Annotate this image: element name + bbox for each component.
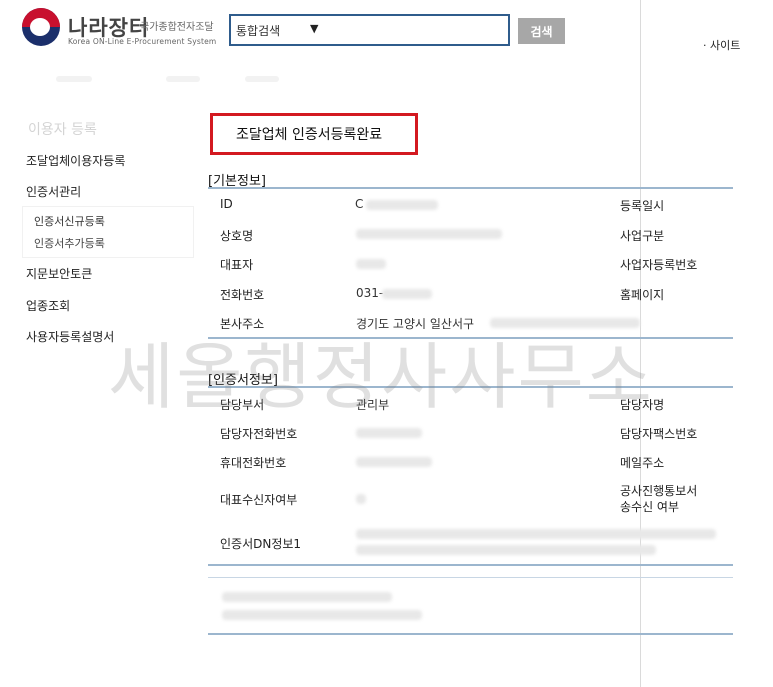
sidebar-item-user-manual[interactable]: 사용자등록설명서 [26,328,114,345]
redacted-value [356,229,502,239]
company-label: 상호명 [220,229,254,243]
page-title: 조달업체 인증서등록완료 [236,127,383,143]
manager-phone-label: 담당자전화번호 [220,427,298,441]
ceo-label: 대표자 [220,258,254,272]
redacted-notice [222,610,422,620]
redacted-value [382,289,432,299]
section-divider [208,187,733,189]
top-menu-item-faint[interactable] [56,76,92,82]
search-scope-select[interactable]: 통합검색 [236,22,280,39]
biz-type-label: 사업구분 [620,229,665,243]
chevron-down-icon[interactable]: ▼ [310,22,318,35]
homepage-label: 홈페이지 [620,288,665,302]
section-divider [208,577,733,578]
redacted-value [356,494,366,504]
manager-fax-label: 담당자팩스번호 [620,427,698,441]
biz-no-label: 사업자등록번호 [620,258,698,272]
watermark-text: 세올행정사사무소 [108,335,654,419]
public-report-label: 공사진행통보서 [620,484,698,498]
redacted-value [356,457,432,467]
phone-label: 전화번호 [220,288,265,302]
logo-subtitle: 국가종합전자조달 [140,22,214,33]
redacted-value [356,428,422,438]
top-menu-item-faint[interactable] [166,76,200,82]
ceo-receive-label: 대표수신자여부 [220,493,298,507]
redacted-notice [222,592,392,602]
sidebar-item-supplier-register[interactable]: 조달업체이용자등록 [26,152,125,169]
sidebar-item-business-lookup[interactable]: 업종조회 [26,297,70,314]
mobile-label: 휴대전화번호 [220,456,287,470]
redacted-value [356,529,716,539]
section-divider [208,633,733,635]
redacted-value [366,200,438,210]
section-divider [208,564,733,566]
sidebar-subitem-cert-add[interactable]: 인증서추가등록 [34,235,105,251]
sidebar-title: 이용자 등록 [28,122,97,138]
public-report-label-2: 송수신 여부 [620,500,680,514]
reg-date-label: 등록일시 [620,199,665,213]
logo-english: Korea ON-Line E-Procurement System [68,37,217,46]
dn-label: 인증서DN정보1 [220,537,302,551]
redacted-value [356,259,386,269]
id-label: ID [220,197,233,211]
sidebar-item-cert-manage[interactable]: 인증서관리 [26,183,81,200]
sitemap-link[interactable]: · 사이트 [703,37,740,53]
search-button[interactable]: 검색 [518,18,565,44]
phone-value: 031- [356,286,384,300]
id-value: C [355,197,364,211]
email-label: 메일주소 [620,456,665,470]
sidebar-item-fingerprint-token[interactable]: 지문보안토큰 [26,265,92,282]
logo-emblem-icon[interactable] [22,8,60,46]
redacted-value [356,545,656,555]
sidebar-subitem-cert-new[interactable]: 인증서신규등록 [34,213,105,229]
top-menu-item-faint[interactable] [245,76,279,82]
